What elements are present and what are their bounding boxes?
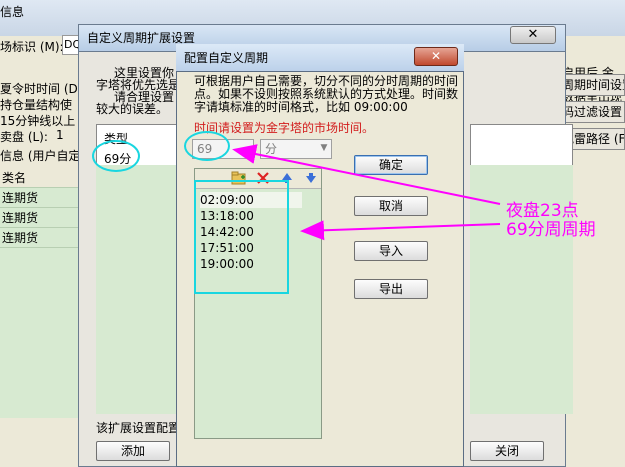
annotation-69min-period: 69分周周期 [506, 220, 596, 240]
arrow-to-period-input [232, 144, 501, 205]
arrow-to-time-list [300, 220, 501, 241]
